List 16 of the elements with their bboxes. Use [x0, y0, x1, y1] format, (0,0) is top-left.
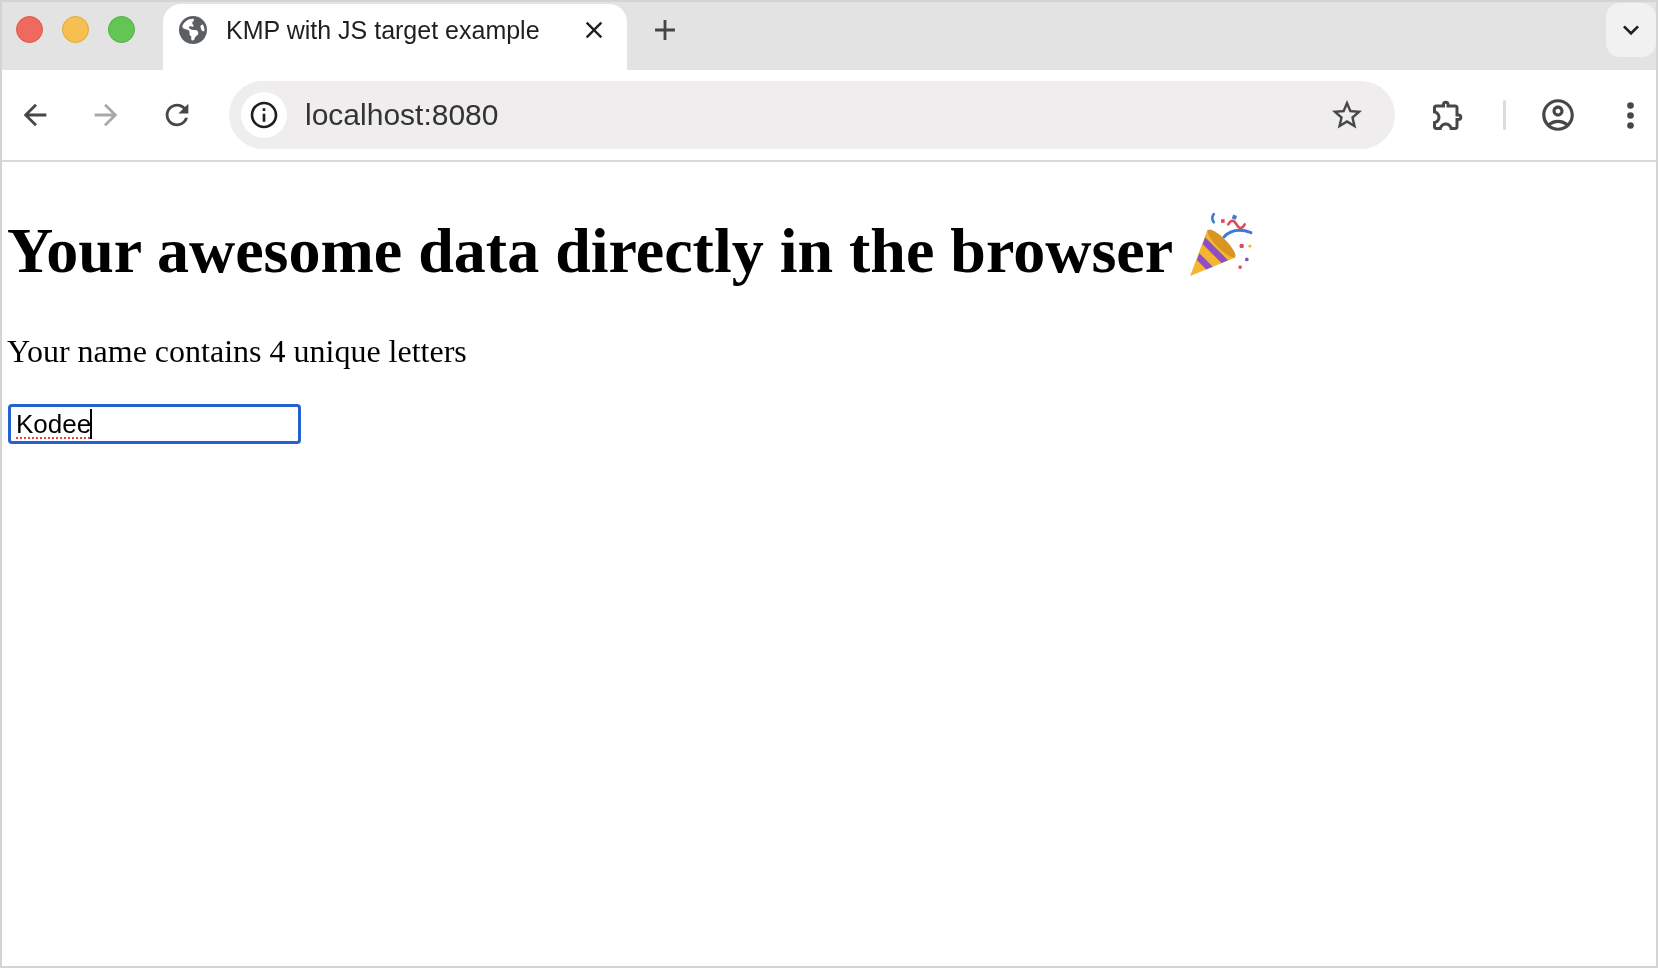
- globe-icon: [179, 16, 207, 44]
- site-info-button[interactable]: [241, 92, 287, 138]
- tab-list-button[interactable]: [1606, 3, 1656, 57]
- text-cursor-icon: [90, 409, 93, 439]
- url-text: localhost:8080: [305, 98, 500, 132]
- three-dots-icon: [1626, 101, 1634, 129]
- address-bar[interactable]: localhost:8080: [229, 81, 1395, 149]
- message-text: Your name contains 4 unique letters: [7, 333, 467, 370]
- browser-tab[interactable]: KMP with JS target example: [163, 4, 627, 70]
- info-icon: [248, 99, 280, 131]
- name-input-field[interactable]: Kodee: [8, 404, 301, 444]
- page-heading: Your awesome data directly in the browser: [7, 214, 1174, 288]
- tab-title: KMP with JS target example: [226, 15, 541, 45]
- profile-icon: [1539, 96, 1577, 134]
- close-window-button[interactable]: [16, 16, 43, 43]
- party-popper-icon: [1187, 212, 1254, 278]
